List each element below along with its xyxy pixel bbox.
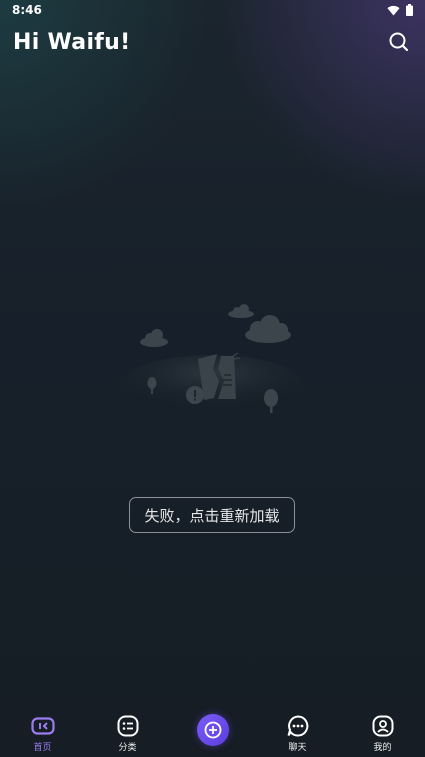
create-button[interactable] (196, 714, 229, 746)
nav-item-profile[interactable]: 我的 (340, 705, 425, 753)
status-bar: 8:46 (0, 0, 425, 20)
category-icon (116, 715, 140, 737)
home-icon (30, 715, 55, 737)
page-title: Hi Waifu! (13, 29, 131, 55)
reload-button[interactable]: 失败，点击重新加载 (129, 497, 295, 533)
nav-label-profile: 我的 (373, 743, 392, 753)
nav-item-home[interactable]: 首页 (0, 705, 85, 753)
broken-paper-clouds-illustration (120, 304, 304, 415)
app-header: Hi Waifu! (0, 24, 425, 60)
nav-item-chat[interactable]: 聊天 (255, 705, 340, 753)
chat-icon (286, 715, 310, 737)
status-time: 8:46 (12, 3, 42, 17)
bottom-nav: 首页 分类 聊天 我的 (0, 705, 425, 757)
status-icons (387, 4, 413, 16)
search-icon (389, 32, 409, 52)
nav-label-home: 首页 (33, 743, 52, 753)
search-button[interactable] (387, 30, 411, 54)
wifi-icon (387, 5, 400, 16)
nav-item-category[interactable]: 分类 (85, 705, 170, 753)
nav-label-chat: 聊天 (288, 743, 307, 753)
plus-icon (204, 721, 221, 739)
profile-icon (371, 715, 395, 737)
battery-icon (406, 4, 413, 16)
nav-label-category: 分类 (118, 743, 137, 753)
nav-item-create[interactable] (170, 705, 255, 746)
